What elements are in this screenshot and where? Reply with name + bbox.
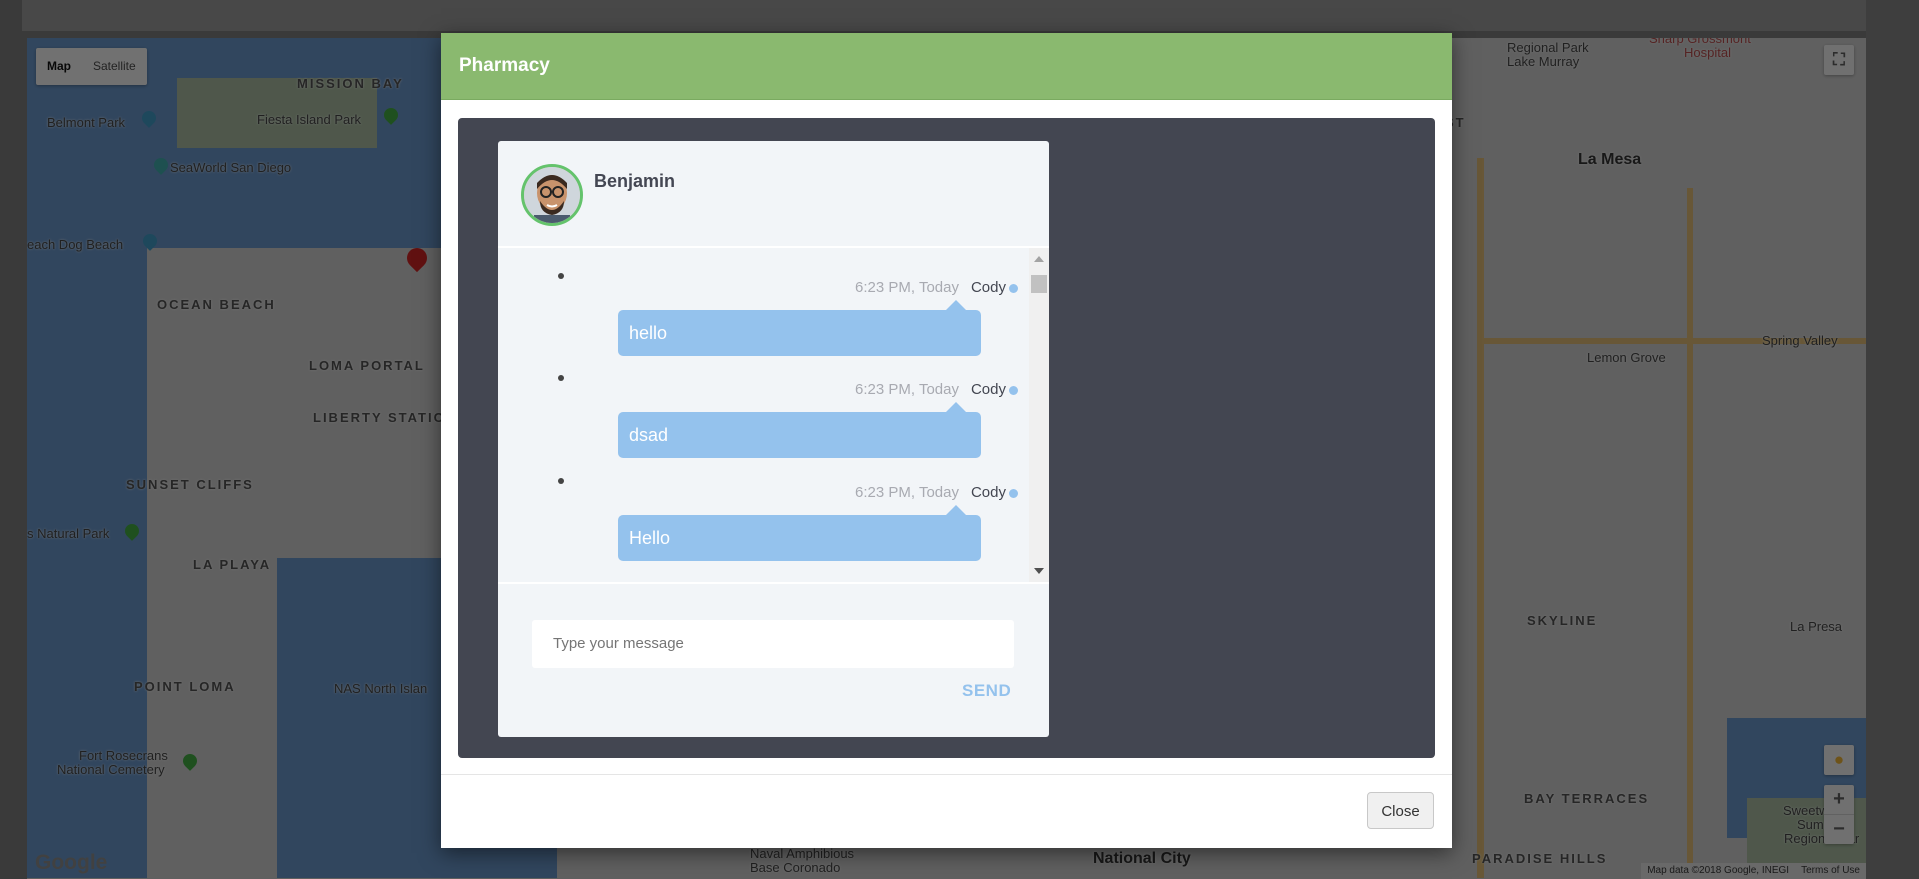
chat-scrollbar[interactable] <box>1029 248 1049 582</box>
list-item: 6:23 PM, Today Cody hello <box>498 248 1018 356</box>
chat-panel: Benjamin 6:23 PM, Today Cody hello 6:23 P… <box>498 141 1049 737</box>
list-bullet <box>558 273 564 279</box>
message-meta: 6:23 PM, Today Cody <box>855 381 1018 398</box>
online-dot-icon <box>1009 488 1018 498</box>
message-time: 6:23 PM, Today <box>855 381 959 398</box>
scroll-thumb[interactable] <box>1031 275 1047 293</box>
message-meta: 6:23 PM, Today Cody <box>855 484 1018 501</box>
pharmacy-modal: Pharmacy Benjamin 6:23 PM, Today Cody he… <box>441 33 1452 848</box>
message-meta: 6:23 PM, Today Cody <box>855 279 1018 296</box>
modal-body: Benjamin 6:23 PM, Today Cody hello 6:23 P… <box>458 118 1435 758</box>
message-sender: Cody <box>970 279 1006 296</box>
online-dot-icon <box>1009 283 1018 293</box>
chat-history[interactable]: 6:23 PM, Today Cody hello 6:23 PM, Today C… <box>498 248 1049 584</box>
online-dot-icon <box>1009 385 1018 395</box>
message-time: 6:23 PM, Today <box>855 484 959 501</box>
message-sender: Cody <box>970 381 1006 398</box>
close-button[interactable]: Close <box>1367 792 1434 829</box>
scroll-down-arrow-icon[interactable] <box>1034 568 1044 574</box>
message-input[interactable] <box>532 620 1014 668</box>
chat-header: Benjamin <box>498 141 1049 248</box>
list-bullet <box>558 478 564 484</box>
message-sender: Cody <box>970 484 1006 501</box>
avatar <box>521 164 583 226</box>
modal-title: Pharmacy <box>441 33 1452 100</box>
contact-name: Benjamin <box>594 171 676 191</box>
message-bubble: dsad <box>618 402 981 458</box>
modal-footer-divider <box>441 774 1452 775</box>
list-item: 6:23 PM, Today Cody Hello <box>498 453 1018 561</box>
message-time: 6:23 PM, Today <box>855 279 959 296</box>
send-button[interactable]: SEND <box>962 681 1011 701</box>
message-bubble: Hello <box>618 505 981 561</box>
list-bullet <box>558 375 564 381</box>
list-item: 6:23 PM, Today Cody dsad <box>498 350 1018 458</box>
scroll-up-arrow-icon[interactable] <box>1034 256 1044 262</box>
